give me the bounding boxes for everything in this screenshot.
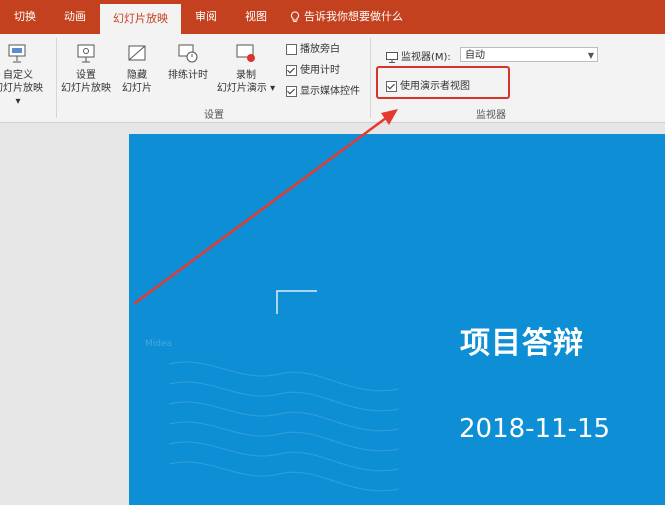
monitor-label-row: 监视器(M): bbox=[386, 48, 451, 63]
rehearse-timings-label: 排练计时 bbox=[168, 70, 208, 81]
record-icon bbox=[236, 44, 255, 62]
monitor-label: 监视器(M): bbox=[401, 52, 451, 63]
custom-slideshow-line1: 自定义 bbox=[3, 70, 33, 81]
show-media-controls-box[interactable] bbox=[286, 85, 297, 97]
setup-slideshow-line1: 设置 bbox=[76, 70, 96, 81]
show-media-controls-checkbox[interactable]: 显示媒体控件 bbox=[286, 82, 360, 97]
show-media-controls-label: 显示媒体控件 bbox=[300, 86, 360, 97]
slide-title: 项目答辩 bbox=[460, 326, 584, 361]
tab-review[interactable]: 审阅 bbox=[181, 0, 231, 34]
monitor-icon bbox=[386, 51, 398, 63]
monitor-select[interactable]: 自动 ▼ bbox=[460, 47, 598, 62]
use-timings-box[interactable] bbox=[286, 64, 297, 76]
tab-slideshow[interactable]: 幻灯片放映 bbox=[100, 4, 181, 34]
monitors-group-label: 监视器 bbox=[476, 110, 506, 121]
group-separator bbox=[56, 38, 57, 118]
hide-slide-icon bbox=[128, 45, 146, 61]
chevron-down-icon: ▼ bbox=[587, 51, 594, 60]
custom-slideshow-icon bbox=[8, 44, 26, 63]
setup-slideshow-button[interactable]: 设置 幻灯片放映 bbox=[58, 42, 114, 95]
monitor-select-value: 自动 bbox=[465, 50, 485, 61]
lightbulb-icon bbox=[290, 10, 300, 22]
slide-date: 2018-11-15 bbox=[459, 414, 611, 444]
play-narrations-box[interactable] bbox=[286, 43, 297, 55]
hide-slide-line1: 隐藏 bbox=[127, 70, 147, 81]
hide-slide-button[interactable]: 隐藏 幻灯片 bbox=[116, 42, 158, 95]
use-timings-label: 使用计时 bbox=[300, 65, 340, 76]
rehearse-timings-button[interactable]: 排练计时 bbox=[162, 42, 214, 82]
tab-transitions[interactable]: 切换 bbox=[0, 0, 50, 34]
use-timings-checkbox[interactable]: 使用计时 bbox=[286, 61, 340, 76]
annotation-highlight-box bbox=[376, 66, 510, 99]
stopwatch-icon bbox=[178, 44, 198, 63]
record-line1: 录制 bbox=[236, 70, 256, 81]
custom-slideshow-button[interactable]: 自定义 幻灯片放映 ▾ bbox=[0, 42, 44, 108]
slide-decoration bbox=[168, 290, 400, 492]
tell-me-search[interactable]: 告诉我你想要做什么 bbox=[290, 0, 403, 34]
setup-slideshow-icon bbox=[77, 44, 95, 63]
record-slideshow-button[interactable]: 录制 幻灯片演示 ▾ bbox=[214, 42, 278, 95]
custom-slideshow-line2: 幻灯片放映 ▾ bbox=[0, 83, 43, 107]
ribbon-tab-bar: 切换 动画 幻灯片放映 审阅 视图 告诉我你想要做什么 bbox=[0, 0, 665, 34]
play-narrations-label: 播放旁白 bbox=[300, 44, 340, 55]
tell-me-text: 告诉我你想要做什么 bbox=[304, 10, 403, 23]
group-separator bbox=[370, 38, 371, 118]
hide-slide-line2: 幻灯片 bbox=[122, 83, 152, 94]
setup-group-label: 设置 bbox=[204, 110, 224, 121]
record-line2: 幻灯片演示 ▾ bbox=[216, 83, 276, 94]
tab-view[interactable]: 视图 bbox=[231, 0, 281, 34]
tab-animations[interactable]: 动画 bbox=[50, 0, 100, 34]
slide-watermark-logo: Midea bbox=[145, 339, 173, 349]
setup-slideshow-line2: 幻灯片放映 bbox=[61, 83, 111, 94]
play-narrations-checkbox[interactable]: 播放旁白 bbox=[286, 40, 340, 55]
slide-canvas[interactable]: Midea bbox=[129, 134, 665, 505]
